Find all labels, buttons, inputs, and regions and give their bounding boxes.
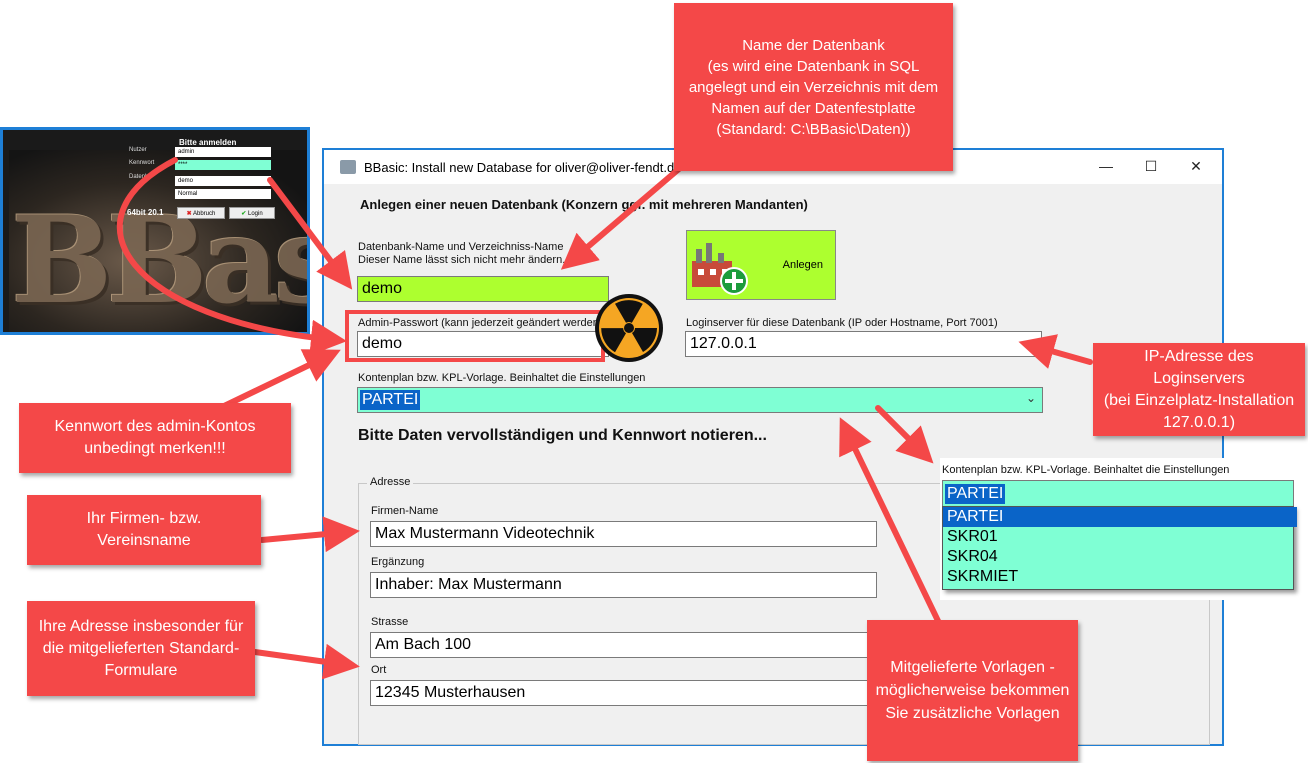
- company-input[interactable]: Max Mustermann Videotechnik: [370, 521, 877, 547]
- callout-company: Ihr Firmen- bzw. Vereinsname: [27, 495, 261, 565]
- login-submit-button[interactable]: ✔ Login: [229, 207, 275, 219]
- login-screenshot: BBasic Bitte anmelden Nutzer admin Kennw…: [0, 127, 310, 335]
- form-heading: Anlegen einer neuen Datenbank (Konzern g…: [360, 197, 808, 212]
- addition-input[interactable]: Inhaber: Max Mustermann: [370, 572, 877, 598]
- close-icon[interactable]: ✕: [1184, 156, 1208, 176]
- chevron-down-icon[interactable]: ⌄: [1026, 391, 1036, 405]
- addition-label: Ergänzung: [371, 556, 425, 568]
- dropdown-popup-label: Kontenplan bzw. KPL-Vorlage. Beinhaltet …: [942, 464, 1230, 476]
- login-submit-label: Login: [248, 211, 263, 217]
- dropdown-popup: Kontenplan bzw. KPL-Vorlage. Beinhaltet …: [940, 458, 1297, 600]
- anlegen-label: Anlegen: [782, 259, 823, 271]
- login-password-label: Kennwort: [129, 160, 155, 166]
- login-title: Bitte anmelden: [179, 138, 237, 147]
- login-server-label: Loginserver für diese Datenbank (IP oder…: [686, 317, 998, 329]
- dropdown-option[interactable]: SKRMIET: [943, 567, 1297, 587]
- city-input[interactable]: 12345 Musterhausen: [370, 680, 877, 706]
- window-title: BBasic: Install new Database for oliver@…: [364, 160, 682, 175]
- complete-data-prompt: Bitte Daten vervollständigen und Kennwor…: [358, 427, 767, 444]
- dropdown-option[interactable]: SKR04: [943, 547, 1297, 567]
- anlegen-button[interactable]: Anlegen: [686, 230, 836, 300]
- login-cancel-button[interactable]: ✖ Abbruch: [177, 207, 225, 219]
- cancel-x-icon: ✖: [186, 211, 192, 217]
- dropdown-option[interactable]: SKR01: [943, 527, 1297, 547]
- dropdown-option[interactable]: PARTEI: [943, 507, 1297, 527]
- address-legend: Adresse: [367, 476, 414, 488]
- callout-admin-password: Kennwort des admin-Kontos unbedingt merk…: [19, 403, 291, 473]
- callout-templates: Mitgelieferte Vorlagen - möglicherweise …: [867, 620, 1078, 761]
- callout-ip-address: IP-Adresse des Loginservers (bei Einzelp…: [1093, 343, 1305, 436]
- admin-password-highlight: [345, 310, 605, 362]
- chart-of-accounts-select[interactable]: PARTEI ⌄: [357, 387, 1043, 413]
- callout-address: Ihre Adresse insbesonder für die mitgeli…: [27, 601, 255, 696]
- login-database-label: Datenb: [129, 174, 149, 180]
- callout-db-name: Name der Datenbank (es wird eine Datenba…: [674, 3, 953, 171]
- maximize-icon[interactable]: ☐: [1139, 156, 1163, 176]
- arrow-admin-pw: [217, 349, 341, 411]
- street-label: Strasse: [371, 616, 409, 628]
- radiation-warning-icon: [595, 294, 663, 362]
- app-icon: [340, 160, 356, 174]
- check-icon: ✔: [241, 211, 247, 217]
- dropdown-popup-selected: PARTEI: [945, 484, 1006, 504]
- login-user-field[interactable]: admin: [175, 147, 271, 157]
- login-database-field[interactable]: demo: [175, 176, 271, 186]
- chart-of-accounts-label: Kontenplan bzw. KPL-Vorlage. Beinhaltet …: [358, 372, 646, 384]
- login-password-field[interactable]: ****: [175, 160, 271, 170]
- login-mode-select[interactable]: Normal: [175, 189, 271, 199]
- install-database-window: BBasic: Install new Database for oliver@…: [322, 148, 1224, 746]
- factory-add-icon: [692, 243, 748, 295]
- login-user-label: Nutzer: [129, 147, 147, 153]
- db-name-hint: Dieser Name lässt sich nicht mehr ändern…: [358, 254, 566, 266]
- login-version: 64bit 20.1: [127, 208, 164, 217]
- login-server-input[interactable]: 127.0.0.1: [685, 331, 1042, 357]
- db-name-input[interactable]: demo: [357, 276, 609, 302]
- login-cancel-label: Abbruch: [193, 211, 216, 217]
- street-input[interactable]: Am Bach 100: [370, 632, 877, 658]
- dropdown-list: PARTEI SKR01 SKR04 SKRMIET: [942, 506, 1297, 590]
- city-label: Ort: [371, 664, 387, 676]
- chart-of-accounts-selected: PARTEI: [360, 390, 421, 410]
- company-label: Firmen-Name: [371, 505, 439, 517]
- db-name-label: Datenbank-Name und Verzeichniss-Name: [358, 241, 564, 253]
- dropdown-popup-field[interactable]: PARTEI: [942, 480, 1294, 508]
- minimize-icon[interactable]: —: [1094, 156, 1118, 176]
